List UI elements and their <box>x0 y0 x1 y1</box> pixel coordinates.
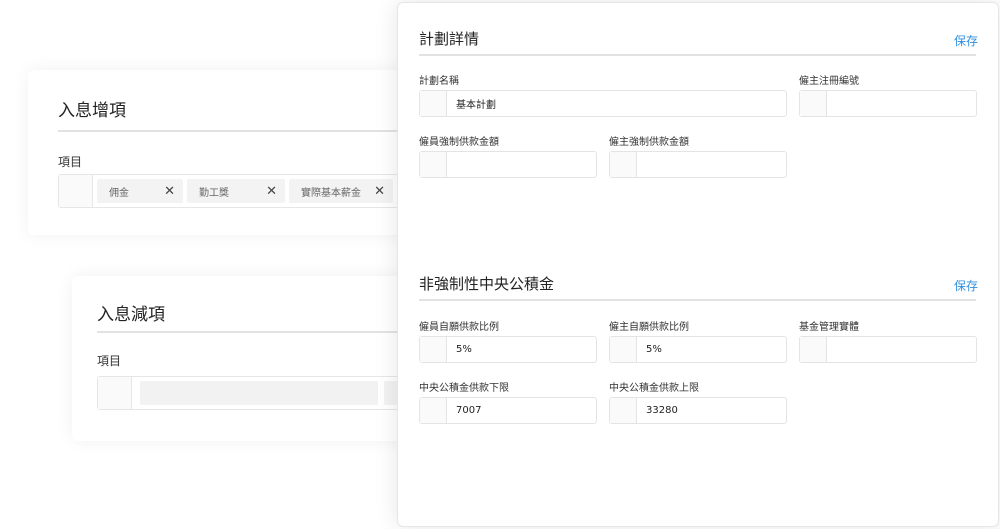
input-prefix <box>610 398 637 423</box>
income-add-items-label: 項目 <box>58 155 83 169</box>
lower-limit-value: 7007 <box>456 405 482 416</box>
placeholder-bar <box>140 381 378 405</box>
input-prefix <box>610 152 637 177</box>
upper-limit-label: 中央公積金供款上限 <box>609 383 699 394</box>
employer-ratio-input[interactable]: 5% <box>609 336 787 363</box>
input-prefix <box>800 91 827 116</box>
employee-ratio-value: 5% <box>456 344 472 355</box>
employer-mandatory-label: 僱主強制供款金額 <box>609 137 689 148</box>
plan-name-value: 基本計劃 <box>456 100 496 111</box>
employer-ratio-value: 5% <box>646 344 662 355</box>
income-add-prefix <box>59 175 93 207</box>
income-add-card: 入息增項 項目 佣金 ✕ 勤工獎 ✕ 實際基本薪金 ✕ <box>28 70 458 235</box>
employee-mandatory-input[interactable] <box>419 151 597 178</box>
voluntary-mpf-divider <box>419 299 976 301</box>
plan-details-card: 計劃詳情 保存 計劃名稱 基本計劃 僱主注冊編號 僱員強制供款金額 僱主強制供款… <box>397 2 999 527</box>
plan-name-label: 計劃名稱 <box>419 76 459 87</box>
lower-limit-input[interactable]: 7007 <box>419 397 597 424</box>
employer-reg-label: 僱主注冊編號 <box>799 76 859 87</box>
voluntary-mpf-title: 非強制性中央公積金 <box>419 275 555 293</box>
tag-label: 勤工獎 <box>199 187 229 199</box>
lower-limit-label: 中央公積金供款下限 <box>419 383 509 394</box>
fund-entity-input[interactable] <box>799 336 977 363</box>
income-deduct-prefix <box>98 377 132 409</box>
voluntary-mpf-save-button[interactable]: 保存 <box>954 277 978 294</box>
plan-name-input[interactable]: 基本計劃 <box>419 90 787 117</box>
input-prefix <box>420 398 447 423</box>
employee-ratio-input[interactable]: 5% <box>419 336 597 363</box>
plan-details-divider <box>419 54 976 56</box>
fund-entity-label: 基金管理實體 <box>799 322 859 333</box>
employer-reg-input[interactable] <box>799 90 977 117</box>
income-add-title: 入息增項 <box>58 101 126 121</box>
employee-ratio-label: 僱員自願供款比例 <box>419 322 499 333</box>
close-icon[interactable]: ✕ <box>266 184 277 199</box>
tag-label: 實際基本薪金 <box>301 187 361 199</box>
upper-limit-input[interactable]: 33280 <box>609 397 787 424</box>
input-prefix <box>420 337 447 362</box>
income-deduct-items-label: 項目 <box>97 354 122 368</box>
close-icon[interactable]: ✕ <box>164 184 175 199</box>
input-prefix <box>420 152 447 177</box>
plan-details-save-button[interactable]: 保存 <box>954 32 978 49</box>
tag-attendance-bonus[interactable]: 勤工獎 ✕ <box>187 179 285 203</box>
employer-mandatory-input[interactable] <box>609 151 787 178</box>
input-prefix <box>800 337 827 362</box>
tag-label: 佣金 <box>109 187 129 199</box>
tag-commission[interactable]: 佣金 ✕ <box>97 179 183 203</box>
close-icon[interactable]: ✕ <box>374 184 385 199</box>
input-prefix <box>420 91 447 116</box>
upper-limit-value: 33280 <box>646 405 678 416</box>
tag-basic-salary[interactable]: 實際基本薪金 ✕ <box>289 179 393 203</box>
income-deduct-title: 入息減項 <box>97 305 165 325</box>
employee-mandatory-label: 僱員強制供款金額 <box>419 137 499 148</box>
input-prefix <box>610 337 637 362</box>
employer-ratio-label: 僱主自願供款比例 <box>609 322 689 333</box>
plan-details-title: 計劃詳情 <box>419 30 480 48</box>
